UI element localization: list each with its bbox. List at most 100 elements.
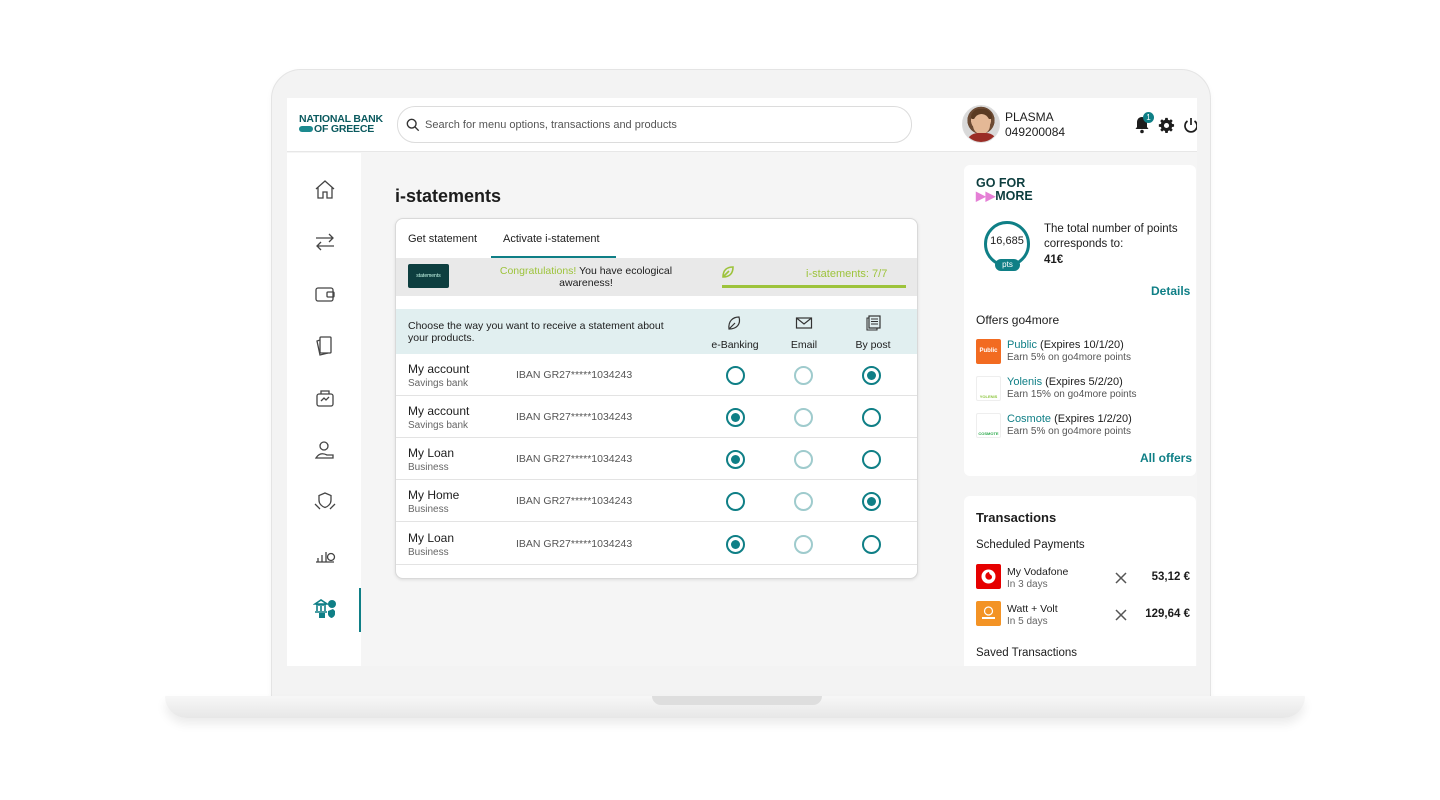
congrats-message: Congratulations! You have ecological awa… [486, 265, 686, 289]
column-label: By post [855, 339, 891, 351]
notification-badge: 1 [1143, 112, 1154, 123]
account-type: Savings bank [408, 378, 469, 389]
account-type: Business [408, 547, 449, 558]
search-placeholder: Search for menu options, transactions an… [425, 119, 677, 131]
offer-item[interactable]: Cosmote (Expires 1/2/20) [1007, 413, 1132, 425]
vodafone-icon [981, 569, 996, 584]
statements-logo: statements [408, 264, 449, 288]
points-description: The total number of points corresponds t… [1044, 223, 1178, 250]
account-name: My Home [408, 488, 460, 502]
account-iban: IBAN GR27*****1034243 [516, 411, 633, 423]
user-id: 049200084 [1005, 125, 1066, 139]
account-iban: IBAN GR27*****1034243 [516, 453, 633, 465]
tab-get-statement[interactable]: Get statement [408, 233, 477, 245]
active-nav-indicator [359, 588, 361, 632]
radio-by-post[interactable] [862, 450, 881, 469]
transactions-panel: Transactions Scheduled Payments My Vodaf… [964, 496, 1196, 666]
account-iban: IBAN GR27*****1034243 [516, 538, 633, 550]
account-name: My Loan [408, 446, 455, 460]
avatar[interactable] [962, 105, 1000, 143]
logo-mark-icon [299, 126, 313, 133]
account-type: Business [408, 504, 449, 515]
payment-when: In 3 days [1007, 579, 1048, 590]
laptop-notch [652, 696, 822, 705]
radio-email[interactable] [794, 366, 813, 385]
vodafone-logo [976, 564, 1001, 589]
offers-title: Offers go4more [976, 313, 1060, 327]
points-unit: pts [995, 259, 1020, 271]
delivery-prompt: Choose the way you want to receive a sta… [408, 320, 664, 344]
go4more-panel: GO FOR ▶▶MORE 16,685 pts The total numbe… [964, 165, 1196, 476]
radio-email[interactable] [794, 408, 813, 427]
points-value: 16,685 [990, 235, 1024, 247]
offer-item[interactable]: Public (Expires 10/1/20) [1007, 339, 1124, 351]
radio-by-post[interactable] [862, 408, 881, 427]
search-icon [406, 118, 420, 132]
leaf-outline-icon [728, 316, 741, 330]
progress-label: i-statements: 7/7 [806, 268, 888, 280]
congrats-highlight: Congratulations! [499, 265, 577, 277]
account-row: My account Savings bank IBAN GR27*****10… [396, 396, 917, 438]
radio-by-post[interactable] [862, 366, 881, 385]
gear-icon[interactable] [1158, 117, 1175, 134]
radio-e-banking[interactable] [726, 366, 745, 385]
watt-volt-icon [982, 606, 995, 619]
insurance-icon[interactable] [313, 490, 337, 514]
account-type: Savings bank [408, 420, 469, 431]
payment-amount: 53,12 € [1151, 571, 1190, 583]
wallet-icon[interactable] [313, 282, 337, 306]
account-row: My Loan Business IBAN GR27*****1034243 [396, 523, 917, 565]
radio-e-banking[interactable] [726, 450, 745, 469]
column-email: Email [769, 315, 839, 353]
go4more-logo: GO FOR ▶▶MORE [976, 176, 1033, 203]
radio-e-banking[interactable] [726, 408, 745, 427]
envelope-icon [795, 317, 813, 329]
payment-name: My Vodafone [1007, 566, 1069, 578]
transfers-icon[interactable] [313, 230, 337, 254]
account-type: Business [408, 462, 449, 473]
double-chevron-icon: ▶▶ [976, 189, 996, 203]
saved-transactions-title: Saved Transactions [976, 647, 1078, 659]
tab-activate-i-statement[interactable]: Activate i-statement [503, 233, 600, 245]
column-label: Email [790, 339, 818, 351]
offer-item[interactable]: Yolenis (Expires 5/2/20) [1007, 376, 1123, 388]
all-offers-link[interactable]: All offers [1140, 451, 1192, 465]
radio-e-banking[interactable] [726, 492, 745, 511]
app-screen: NATIONAL BANK OF GREECE Search for menu … [287, 98, 1197, 666]
offer-desc: Earn 5% on go4more points [1007, 426, 1131, 437]
offer-desc: Earn 15% on go4more points [1007, 389, 1137, 400]
payment-amount: 129,64 € [1145, 608, 1190, 620]
search-input[interactable]: Search for menu options, transactions an… [397, 106, 912, 143]
radio-e-banking[interactable] [726, 535, 745, 554]
bank-services-icon[interactable] [313, 596, 337, 620]
radio-by-post[interactable] [862, 535, 881, 554]
i-statements-card: Get statement Activate i-statement state… [395, 218, 918, 579]
payment-when: In 5 days [1007, 616, 1048, 627]
account-iban: IBAN GR27*****1034243 [516, 495, 633, 507]
details-link[interactable]: Details [1151, 284, 1190, 298]
column-e-banking: e-Banking [700, 315, 770, 353]
points-euro-value: 41€ [1044, 254, 1064, 266]
bank-logo[interactable]: NATIONAL BANK OF GREECE [299, 114, 383, 134]
delivery-method-header: Choose the way you want to receive a sta… [396, 309, 917, 354]
close-icon[interactable] [1114, 608, 1128, 622]
close-icon[interactable] [1114, 571, 1128, 585]
loans-icon[interactable] [313, 438, 337, 462]
power-icon[interactable] [1183, 117, 1197, 133]
payment-name: Watt + Volt [1007, 603, 1058, 615]
account-iban: IBAN GR27*****1034243 [516, 369, 633, 381]
points-ring: 16,685 pts [984, 221, 1030, 271]
progress-bar [722, 285, 906, 288]
cards-icon[interactable] [313, 334, 337, 358]
transactions-title: Transactions [976, 510, 1057, 525]
radio-email[interactable] [794, 535, 813, 554]
radio-email[interactable] [794, 492, 813, 511]
radio-by-post[interactable] [862, 492, 881, 511]
radio-email[interactable] [794, 450, 813, 469]
savings-icon[interactable] [313, 386, 337, 410]
home-icon[interactable] [313, 178, 337, 202]
investments-icon[interactable] [313, 542, 337, 566]
yolenis-logo: YOLENIS [976, 376, 1001, 401]
column-label: e-Banking [711, 339, 759, 351]
column-by-post: By post [838, 315, 908, 353]
